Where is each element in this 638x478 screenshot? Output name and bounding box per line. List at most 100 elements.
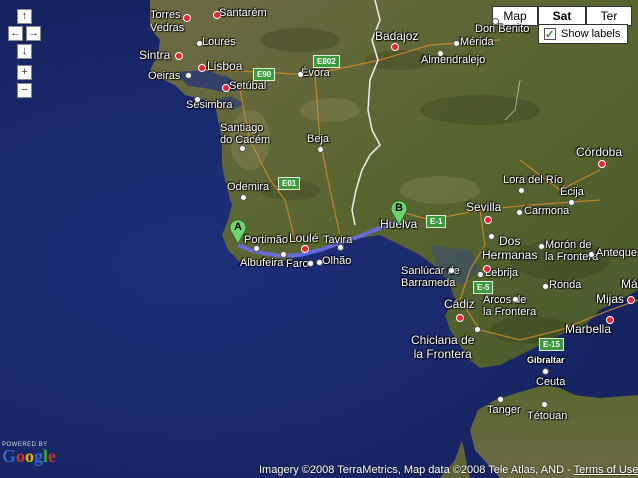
zoom-out-button[interactable]: − [17, 83, 32, 98]
place-albufeira: Albufeira [240, 257, 284, 269]
place-loures: Loures [202, 36, 236, 48]
city-dot [253, 245, 260, 252]
place-beja: Beja [307, 133, 330, 145]
place-santarem: Santarém [219, 7, 267, 19]
pan-up-button[interactable]: ↑ [17, 9, 32, 24]
place-marbella: Marbella [565, 322, 612, 336]
place-lisboa: Lisboa [207, 59, 243, 73]
satellite-map[interactable]: ↑ ← → ↓ + − Map Sat Ter ✓ Show labels To… [0, 0, 638, 478]
city-dot [542, 368, 549, 375]
city-dot [297, 71, 304, 78]
show-labels-checkbox[interactable]: ✓ [544, 28, 556, 41]
place-ecija: Écija [560, 186, 584, 198]
road-shield-e15: E-15 [539, 338, 564, 351]
map-type-ter-button[interactable]: Ter [586, 6, 632, 26]
place-faro: Faro [286, 258, 309, 270]
pan-right-button[interactable]: → [26, 26, 41, 41]
show-labels-label: Show labels [561, 28, 621, 40]
terms-of-use-link[interactable]: Terms of Use [574, 464, 638, 476]
city-dot [512, 296, 519, 303]
city-dot [516, 209, 523, 216]
city-dot [542, 283, 549, 290]
place-sevilla: Sevilla [466, 200, 502, 214]
place-santiago: Santiago do Cacém [220, 122, 271, 146]
place-carmona: Carmona [524, 205, 570, 217]
city-dot [337, 244, 344, 251]
place-sesimbra: Sesimbra [186, 99, 233, 111]
city-dot [588, 251, 595, 258]
map-type-sat-button[interactable]: Sat [538, 6, 586, 26]
city-dot [456, 314, 464, 322]
place-loule: Loulé [289, 231, 319, 245]
place-ceuta: Ceuta [536, 376, 566, 388]
city-dot [240, 194, 247, 201]
place-don-benito: Don Benito [475, 23, 530, 35]
city-dot [448, 267, 455, 274]
city-dot [391, 43, 399, 51]
place-almendralejo: Almendralejo [421, 54, 486, 66]
google-wordmark: Google [2, 446, 57, 466]
place-mijas: Mijas [596, 292, 625, 306]
city-dot [301, 245, 309, 253]
place-antequera: Antequera [596, 247, 638, 259]
city-dot [185, 72, 192, 79]
city-dot [222, 84, 230, 92]
city-dot [627, 296, 635, 304]
city-dot [196, 40, 203, 47]
route-start-marker[interactable]: A [229, 219, 247, 246]
place-sintra: Sintra [139, 48, 171, 62]
city-dot [194, 96, 201, 103]
map-attribution: Imagery ©2008 TerraMetrics, Map data ©20… [259, 464, 638, 476]
marker-label: A [234, 221, 242, 233]
place-oeiras: Oeiras [148, 70, 181, 82]
city-dot [477, 271, 484, 278]
place-tetouan: Tétouan [527, 410, 568, 422]
city-dot [538, 243, 545, 250]
pan-left-button[interactable]: ← [8, 26, 23, 41]
city-dot [484, 216, 492, 224]
place-tanger: Tanger [487, 404, 521, 416]
city-dot [497, 396, 504, 403]
city-dot [175, 52, 183, 60]
place-cadiz: Cádiz [444, 297, 475, 311]
place-evora: Évora [301, 67, 330, 79]
city-dot [483, 265, 491, 273]
route-end-marker[interactable]: B [390, 200, 408, 227]
road-shield-e90: E90 [253, 68, 276, 81]
place-ronda: Ronda [549, 279, 582, 291]
place-malaga: Málag [621, 277, 638, 291]
place-setubal: Setúbal [229, 80, 267, 92]
city-dot [598, 160, 606, 168]
road-shield-e1: E-1 [426, 215, 447, 228]
place-odemira: Odemira [227, 181, 270, 193]
city-dot [518, 187, 525, 194]
place-lora: Lora del Río [503, 174, 563, 186]
city-dot [437, 50, 444, 57]
place-gibraltar: Gibraltar [527, 355, 565, 365]
google-logo[interactable]: POWERED BY Google [2, 442, 56, 467]
show-labels-toggle[interactable]: ✓ Show labels [538, 24, 628, 44]
city-dot [606, 316, 614, 324]
city-dot [453, 40, 460, 47]
city-dot [492, 18, 499, 25]
city-dot [280, 251, 287, 258]
city-dot [488, 233, 495, 240]
city-dot [541, 401, 548, 408]
place-portimao: Portimão [244, 234, 289, 246]
city-dot [474, 326, 481, 333]
city-dot [316, 259, 323, 266]
pan-down-button[interactable]: ↓ [17, 44, 32, 59]
attribution-text: Imagery ©2008 TerraMetrics, Map data ©20… [259, 464, 574, 476]
city-dot [239, 145, 246, 152]
place-arcos: Arcos de la Frontera [483, 294, 537, 318]
road-shield-e5: E-5 [473, 281, 494, 294]
city-dot [198, 64, 206, 72]
place-merida: Mérida [460, 36, 494, 48]
place-torres-vedras: Torres Vedras [150, 9, 185, 34]
place-badajoz: Badajoz [375, 29, 419, 43]
zoom-in-button[interactable]: + [17, 65, 32, 80]
city-dot [183, 14, 191, 22]
marker-label: B [395, 202, 403, 214]
road-shield-e01: E01 [278, 177, 301, 190]
place-chiclana: Chiclana de la Frontera [411, 333, 475, 361]
